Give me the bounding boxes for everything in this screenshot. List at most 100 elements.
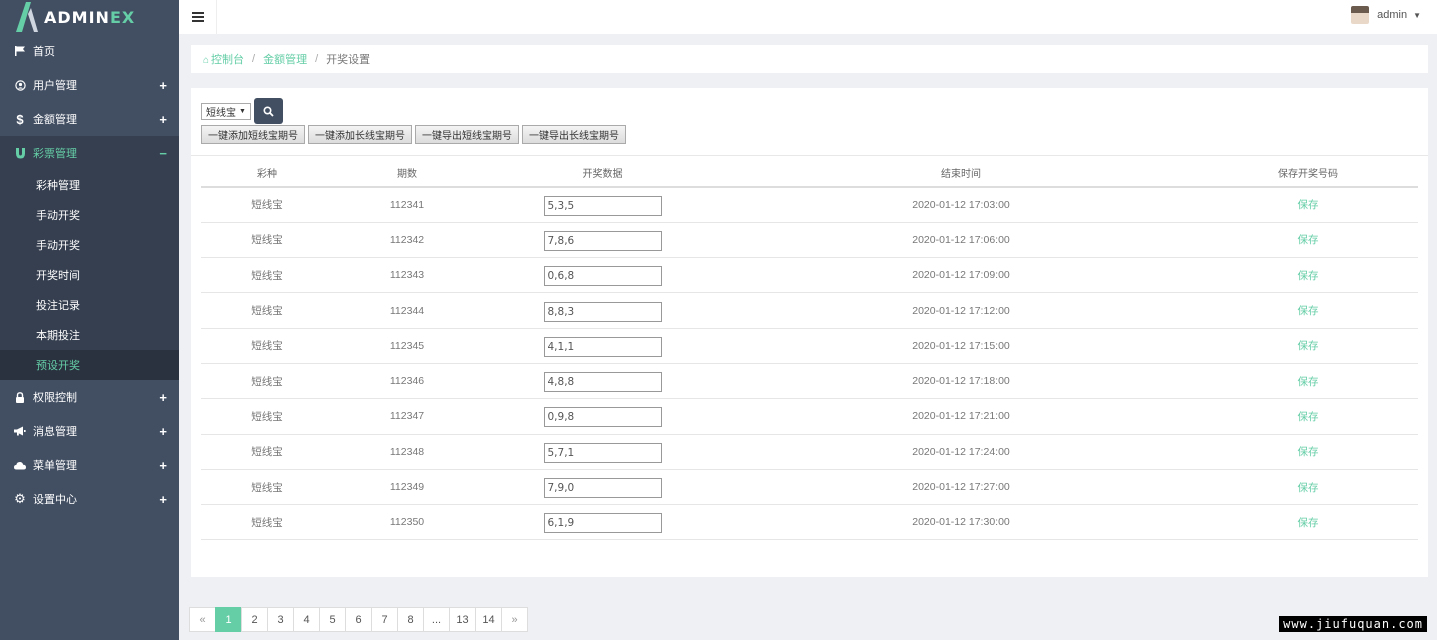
home-icon: ⌂ <box>203 55 210 66</box>
draw-numbers-input[interactable]: 0,9,8 <box>543 407 662 428</box>
column-header: 开奖数据 <box>481 158 724 188</box>
page-4[interactable]: 4 <box>293 607 320 632</box>
export-short-periods-button[interactable]: 一键导出短线宝期号 <box>415 125 519 144</box>
expand-icon: + <box>159 423 167 439</box>
save-link[interactable]: 保存 <box>1298 340 1319 352</box>
save-link[interactable]: 保存 <box>1298 376 1319 388</box>
cell-end-time: 2020-01-12 17:27:00 <box>724 469 1198 506</box>
save-link[interactable]: 保存 <box>1298 411 1319 423</box>
draw-table: 彩种 期数 开奖数据 结束时间 保存开奖号码 短线宝 112341 5,3,5 202… <box>201 158 1418 541</box>
page-7[interactable]: 7 <box>371 607 398 632</box>
draw-numbers-input[interactable]: 4,8,8 <box>543 372 662 393</box>
sidebar-item-users[interactable]: 用户管理 + <box>0 68 179 102</box>
submenu-item-draw-time[interactable]: 开奖时间 <box>0 260 179 290</box>
search-button[interactable] <box>253 98 283 124</box>
export-long-periods-button[interactable]: 一键导出长线宝期号 <box>522 125 626 144</box>
sidebar-item-permissions[interactable]: 权限控制 + <box>0 380 179 414</box>
table-row: 短线宝 112347 0,9,8 2020-01-12 17:21:00 保存 <box>201 398 1418 435</box>
table-row: 短线宝 112345 4,1,1 2020-01-12 17:15:00 保存 <box>201 328 1418 364</box>
sidebar-item-home[interactable]: 首页 <box>0 34 179 68</box>
sidebar-item-label: 彩票管理 <box>33 148 77 160</box>
sidebar-submenu: 彩种管理 手动开奖 手动开奖 开奖时间 投注记录 本期投注 预设开奖 <box>0 170 179 380</box>
cell-save: 保存 <box>1198 504 1418 541</box>
cell-lottery-type: 短线宝 <box>201 398 333 435</box>
submenu-item-lottery-types[interactable]: 彩种管理 <box>0 170 179 200</box>
page-prev-button[interactable]: « <box>189 607 216 632</box>
submenu-item-bet-records[interactable]: 投注记录 <box>0 290 179 320</box>
collapse-icon: − <box>159 145 167 161</box>
table-header-row: 彩种 期数 开奖数据 结束时间 保存开奖号码 <box>201 158 1418 188</box>
page-next-button[interactable]: » <box>501 607 528 632</box>
logo[interactable]: ADMINEX <box>0 0 179 34</box>
page-5[interactable]: 5 <box>319 607 346 632</box>
add-long-periods-button[interactable]: 一键添加长线宝期号 <box>308 125 412 144</box>
user-name: admin <box>1377 9 1408 21</box>
submenu-item-manual-draw[interactable]: 手动开奖 <box>0 200 179 230</box>
page-8[interactable]: 8 <box>397 607 424 632</box>
expand-icon: + <box>159 491 167 507</box>
save-link[interactable]: 保存 <box>1298 446 1319 458</box>
page-6[interactable]: 6 <box>345 607 372 632</box>
draw-numbers-input[interactable]: 0,6,8 <box>543 266 662 287</box>
draw-numbers-input[interactable]: 7,8,6 <box>543 230 662 251</box>
page-3[interactable]: 3 <box>267 607 294 632</box>
submenu-item-current-bets[interactable]: 本期投注 <box>0 320 179 350</box>
sidebar-item-settings[interactable]: ⚙ 设置中心 + <box>0 482 179 516</box>
sidebar-item-label: 权限控制 <box>33 392 77 404</box>
cell-draw-data: 0,9,8 <box>481 398 724 435</box>
breadcrumb-separator: / <box>252 53 256 65</box>
sidebar-item-menus[interactable]: 菜单管理 + <box>0 448 179 482</box>
table-row: 短线宝 112350 6,1,9 2020-01-12 17:30:00 保存 <box>201 504 1418 541</box>
draw-numbers-input[interactable]: 5,7,1 <box>543 442 662 463</box>
add-short-periods-button[interactable]: 一键添加短线宝期号 <box>201 125 305 144</box>
breadcrumb-home[interactable]: ⌂ 控制台 <box>203 51 244 67</box>
sidebar-item-finance[interactable]: $ 金额管理 + <box>0 102 179 136</box>
cell-period: 112348 <box>333 434 481 470</box>
draw-numbers-input[interactable]: 5,3,5 <box>543 195 662 216</box>
save-link[interactable]: 保存 <box>1298 199 1319 211</box>
select-arrow-icon: ▼ <box>239 107 246 115</box>
lottery-type-select[interactable]: 短线宝 ▼ <box>201 102 251 120</box>
table-row: 短线宝 112344 8,8,3 2020-01-12 17:12:00 保存 <box>201 292 1418 329</box>
cell-lottery-type: 短线宝 <box>201 292 333 329</box>
draw-numbers-input[interactable]: 6,1,9 <box>543 513 662 534</box>
save-link[interactable]: 保存 <box>1298 482 1319 494</box>
draw-numbers-input[interactable]: 4,1,1 <box>543 336 662 357</box>
page-13[interactable]: 13 <box>449 607 476 632</box>
sidebar-item-lottery[interactable]: 彩票管理 − <box>0 136 179 170</box>
cell-period: 112345 <box>333 328 481 364</box>
table-row: 短线宝 112341 5,3,5 2020-01-12 17:03:00 保存 <box>201 187 1418 223</box>
cell-draw-data: 4,1,1 <box>481 328 724 364</box>
cell-end-time: 2020-01-12 17:12:00 <box>724 292 1198 329</box>
cell-draw-data: 8,8,3 <box>481 292 724 329</box>
page-2[interactable]: 2 <box>241 607 268 632</box>
cell-lottery-type: 短线宝 <box>201 187 333 223</box>
cell-save: 保存 <box>1198 328 1418 364</box>
save-link[interactable]: 保存 <box>1298 234 1319 246</box>
cell-period: 112344 <box>333 292 481 329</box>
user-menu[interactable]: admin ▼ <box>1351 0 1421 30</box>
cell-period: 112341 <box>333 187 481 223</box>
bullhorn-icon <box>14 426 26 436</box>
save-link[interactable]: 保存 <box>1298 305 1319 317</box>
page-1[interactable]: 1 <box>215 607 242 632</box>
save-link[interactable]: 保存 <box>1298 517 1319 529</box>
save-link[interactable]: 保存 <box>1298 270 1319 282</box>
breadcrumb: ⌂ 控制台 / 金额管理 / 开奖设置 <box>191 45 1428 73</box>
column-header: 期数 <box>333 158 481 188</box>
draw-numbers-input[interactable]: 7,9,0 <box>543 478 662 499</box>
cell-draw-data: 6,1,9 <box>481 504 724 541</box>
sidebar-item-messages[interactable]: 消息管理 + <box>0 414 179 448</box>
sidebar-toggle-button[interactable] <box>179 0 217 34</box>
logo-text: ADMINEX <box>44 7 136 27</box>
submenu-item-preset-draw[interactable]: 预设开奖 <box>0 350 179 380</box>
submenu-item-manual-draw-2[interactable]: 手动开奖 <box>0 230 179 260</box>
page-14[interactable]: 14 <box>475 607 502 632</box>
cell-draw-data: 4,8,8 <box>481 363 724 400</box>
flag-icon <box>14 46 26 56</box>
cell-end-time: 2020-01-12 17:09:00 <box>724 257 1198 294</box>
draw-numbers-input[interactable]: 8,8,3 <box>543 301 662 322</box>
breadcrumb-section[interactable]: 金额管理 <box>263 51 307 67</box>
column-header: 彩种 <box>201 158 333 188</box>
cell-lottery-type: 短线宝 <box>201 504 333 541</box>
